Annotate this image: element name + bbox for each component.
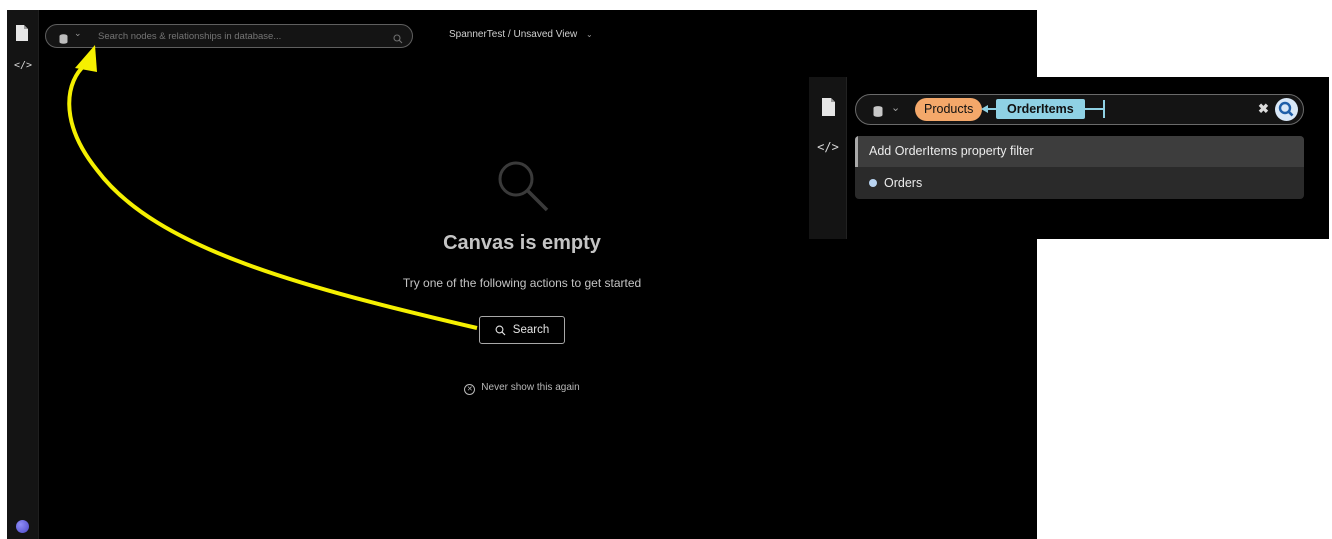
pattern-search-bar[interactable]: ⌄ Products OrderItems ✖: [855, 94, 1304, 125]
code-icon[interactable]: </>: [11, 60, 35, 71]
never-show-label: Never show this again: [481, 382, 580, 393]
search-icon[interactable]: [1275, 98, 1298, 121]
search-detail-inset: </> ⌄ Products OrderItems ✖ Add OrderIte…: [809, 77, 1329, 239]
database-icon[interactable]: [59, 31, 68, 49]
suggestion-add-property-filter[interactable]: Add OrderItems property filter: [855, 136, 1304, 167]
node-pill-products[interactable]: Products: [915, 98, 983, 121]
relationship-arrow-icon: [981, 105, 997, 113]
clear-icon[interactable]: ✖: [1258, 101, 1269, 117]
document-icon[interactable]: [821, 98, 836, 121]
inset-sidebar: </>: [809, 77, 847, 239]
chevron-down-icon: ⌄: [586, 30, 593, 39]
left-sidebar: </>: [7, 10, 39, 539]
empty-state-subtitle: Try one of the following actions to get …: [402, 276, 642, 290]
code-icon[interactable]: </>: [813, 140, 843, 154]
search-icon[interactable]: [393, 31, 403, 49]
chevron-down-icon[interactable]: ⌄: [74, 28, 82, 39]
database-icon[interactable]: [873, 104, 883, 122]
search-bar[interactable]: ⌄: [45, 24, 413, 48]
relationship-tail-icon: [1084, 100, 1105, 118]
view-title[interactable]: SpannerTest / Unsaved View ⌄: [449, 29, 593, 40]
never-show-again-link[interactable]: ✕ Never show this again: [7, 382, 1037, 395]
search-icon: [495, 325, 506, 335]
document-icon[interactable]: [15, 25, 29, 46]
search-button-label: Search: [512, 324, 550, 336]
suggestion-label: Add OrderItems property filter: [869, 144, 1034, 158]
chevron-down-icon[interactable]: ⌄: [891, 101, 900, 114]
relationship-pill-orderitems[interactable]: OrderItems: [996, 99, 1085, 119]
search-button[interactable]: Search: [479, 316, 565, 344]
suggestion-label: Orders: [884, 176, 923, 190]
close-circle-icon: ✕: [464, 384, 476, 395]
search-input[interactable]: [98, 31, 378, 42]
node-dot-icon: [869, 179, 877, 187]
suggestion-orders[interactable]: Orders: [855, 167, 1304, 199]
view-title-label: SpannerTest / Unsaved View: [449, 29, 578, 40]
app-logo-icon[interactable]: [16, 520, 29, 533]
magnifier-icon: [495, 158, 551, 219]
suggestions-dropdown: Add OrderItems property filter Orders: [855, 136, 1304, 199]
